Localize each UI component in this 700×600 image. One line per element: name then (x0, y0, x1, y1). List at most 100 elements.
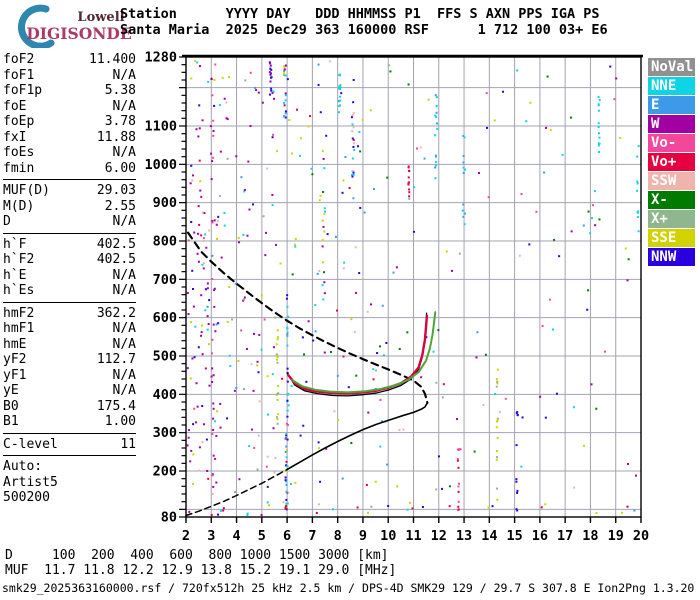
echo-dot (211, 433, 214, 436)
echo-dot (283, 68, 286, 71)
echo-dot (342, 267, 345, 270)
echo-dot (379, 445, 382, 448)
echo-dot (212, 323, 215, 326)
param-label: foEp (3, 114, 35, 129)
echo-dot (495, 378, 498, 381)
echo-dot (493, 119, 496, 122)
echo-dot (520, 465, 523, 468)
echo-dot (190, 164, 193, 167)
echo-dot (270, 68, 273, 71)
echo-dot (286, 449, 289, 452)
echo-dot (211, 338, 214, 341)
echo-dot (222, 509, 225, 512)
echo-dot (322, 157, 325, 160)
x-axis-label: 6 (283, 528, 291, 544)
echo-dot (212, 374, 215, 377)
echo-dot (528, 243, 531, 246)
echo-dot (352, 173, 355, 176)
echo-dot (598, 218, 601, 221)
echo-dot (329, 60, 332, 63)
echo-dot (210, 375, 213, 378)
echo-dot (196, 232, 199, 235)
echo-dot (402, 428, 405, 431)
echo-dot (257, 434, 260, 437)
echo-dot (448, 485, 451, 488)
echo-dot (366, 310, 369, 313)
param-value: 3.78 (104, 114, 136, 129)
param-label: h`F2 (3, 252, 35, 267)
echo-dot (212, 454, 215, 457)
echo-dot (258, 333, 261, 336)
echo-dot (237, 359, 240, 362)
echo-dot (228, 354, 231, 357)
echo-dot (210, 352, 213, 355)
param-value: N/A (112, 336, 136, 352)
echo-dot (193, 231, 196, 234)
echo-dot (323, 292, 326, 295)
echo-dot (282, 72, 285, 75)
echo-dot (421, 505, 424, 508)
echo-dot (266, 413, 269, 416)
param-label: D (3, 214, 11, 229)
echo-dot (323, 230, 326, 233)
param-label: h`F (3, 236, 27, 252)
echo-dot (200, 331, 203, 334)
echo-dot (299, 434, 302, 437)
echo-dot (196, 252, 199, 255)
echo-dot (226, 157, 229, 160)
echo-dot (448, 505, 451, 508)
echo-dot (555, 392, 558, 395)
echo-dot (484, 353, 487, 356)
echo-dot (276, 338, 279, 341)
echo-dot (358, 272, 361, 275)
param-row-foep: foEp 3.78 (3, 114, 136, 130)
echo-dot (190, 77, 193, 80)
echo-dot (270, 87, 273, 90)
y-axis-label: 300 (153, 425, 177, 441)
x-axis-label: 8 (334, 528, 342, 544)
echo-dot (263, 318, 266, 321)
echo-dot (220, 256, 223, 259)
echo-dot (549, 129, 552, 132)
echo-dot (375, 369, 378, 372)
echo-dot (276, 358, 279, 361)
echo-dot (225, 101, 228, 104)
param-value: N/A (112, 367, 136, 383)
echo-dot (408, 188, 411, 191)
echo-dot (636, 155, 639, 158)
echo-dot (597, 109, 600, 112)
echo-dot (291, 273, 294, 276)
echo-dot (199, 180, 202, 183)
echo-dot (286, 367, 289, 370)
echo-dot (337, 111, 340, 114)
echo-dot (498, 410, 501, 413)
echo-dot (260, 348, 263, 351)
echo-dot (597, 96, 600, 99)
param-row-b1: B1 1.00 (3, 414, 136, 430)
echo-dot (552, 328, 555, 331)
echo-dot (473, 450, 476, 453)
echo-dot (435, 111, 438, 114)
echo-dot (597, 132, 600, 135)
echo-dot (516, 491, 519, 494)
echo-dot (195, 382, 198, 385)
echo-dot (206, 305, 209, 308)
x-axis-label: 3 (207, 528, 215, 544)
param-value: 112.7 (96, 352, 136, 367)
echo-dot (269, 64, 272, 67)
x-axis-label: 2 (182, 528, 190, 544)
echo-dot (435, 161, 438, 164)
echo-dot (285, 460, 288, 463)
echo-dot (348, 186, 351, 189)
legend-item-nnw: NNW (648, 248, 695, 266)
echo-dot (190, 321, 193, 324)
echo-dot (240, 329, 243, 332)
echo-dot (379, 398, 382, 401)
echo-dot (321, 219, 324, 222)
echo-dot (271, 373, 274, 376)
echo-dot (319, 194, 322, 197)
echo-dot (188, 510, 191, 513)
echo-dot (275, 416, 278, 419)
echo-dot (207, 477, 210, 480)
echo-dot (234, 491, 237, 494)
